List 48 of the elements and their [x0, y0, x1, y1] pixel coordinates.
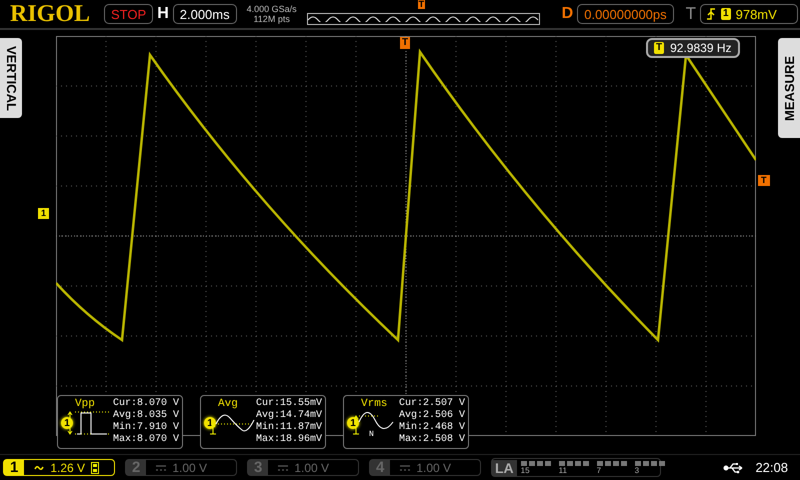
- channel-offset-marker[interactable]: 1: [38, 208, 50, 219]
- delay-button[interactable]: 0.00000000ps: [577, 4, 674, 24]
- measurement-value: Max:8.070 V: [113, 434, 180, 446]
- channel-bits-icon: [596, 460, 629, 466]
- channel-bits-icon: [634, 460, 667, 466]
- channel-tab[interactable]: 1 1.26 V: [3, 459, 115, 476]
- measurement-value: Avg:2.506 V: [399, 410, 466, 422]
- icon-label: N: [369, 430, 374, 439]
- logo: RIGOL: [10, 0, 90, 28]
- sine-wave-icon: [308, 14, 539, 22]
- measurement-value: Min:2.468 V: [399, 422, 466, 434]
- channel-badge: 1: [61, 417, 73, 429]
- measurement-value: Min:7.910 V: [113, 422, 180, 434]
- sample-rate: 4.000 GSa/s: [246, 4, 297, 14]
- clock: 22:08: [755, 460, 788, 475]
- measurement-value: Max:2.508 V: [399, 434, 466, 446]
- timebase-button[interactable]: 2.000ms: [172, 4, 237, 24]
- ac-coupling-icon: [34, 464, 44, 472]
- rising-edge-icon: [707, 8, 716, 20]
- measurement-value: Avg:8.035 V: [113, 410, 180, 422]
- memory-depth: 112M pts: [253, 14, 290, 24]
- trigger-label: T: [686, 4, 696, 24]
- timebase-label: H: [157, 5, 169, 23]
- trigger-button[interactable]: 1 978mV: [700, 4, 798, 24]
- trigger-marker[interactable]: T: [400, 37, 410, 49]
- frequency-counter: T 92.9839 Hz: [646, 38, 740, 58]
- run-stop-button[interactable]: STOP: [104, 4, 154, 24]
- measurement-value: Min:11.87mV: [256, 422, 322, 434]
- dc-coupling-icon: [278, 464, 288, 472]
- measurement-value: Cur:15.55mV: [256, 398, 322, 410]
- measurement-value: Cur:8.070 V: [113, 398, 180, 410]
- trigger-level-marker[interactable]: T: [758, 175, 770, 186]
- measurement-name: Avg: [218, 398, 239, 410]
- measurement-name: Vpp: [75, 398, 96, 410]
- measurement-value: Avg:14.74mV: [256, 410, 322, 422]
- measurement-value: Max:18.96mV: [256, 434, 322, 446]
- dc-coupling-icon: [156, 464, 166, 472]
- channel-bits-icon: [520, 460, 553, 466]
- measure-tab[interactable]: MEASURE: [778, 38, 800, 138]
- bandwidth-limit-icon: [91, 462, 100, 474]
- channel-badge: 1: [204, 417, 216, 429]
- delay-label: D: [562, 5, 574, 23]
- trigger-position-marker: T: [418, 0, 426, 9]
- vertical-tab[interactable]: VERTICAL: [0, 38, 22, 118]
- dc-coupling-icon: [400, 464, 410, 472]
- channel-bits-icon: [558, 460, 591, 466]
- measurement-value: Cur:2.507 V: [399, 398, 466, 410]
- measurement-name: Vrms: [361, 398, 388, 410]
